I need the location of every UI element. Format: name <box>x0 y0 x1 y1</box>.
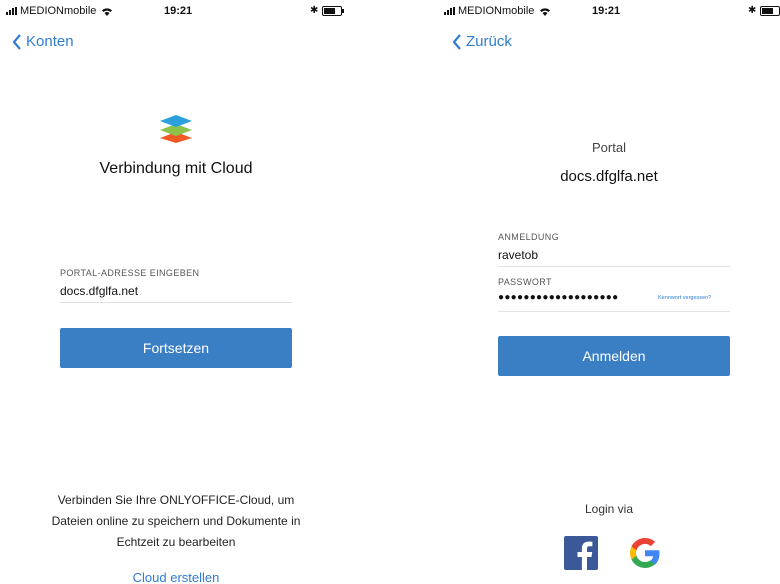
carrier-name: MEDIONmobile <box>20 5 97 17</box>
password-field-label: PASSWORT <box>498 277 552 287</box>
field-divider <box>60 302 292 303</box>
status-indicators: ✱ <box>748 5 780 16</box>
login-field-label: ANMELDUNG <box>498 232 560 242</box>
portal-url: docs.dfglfa.net <box>560 168 658 185</box>
login-via-label: Login via <box>584 502 634 516</box>
page-title: Verbindung mit Cloud <box>99 160 253 177</box>
facebook-icon[interactable] <box>564 536 598 570</box>
portal-address-input[interactable]: docs.dfglfa.net <box>60 284 138 298</box>
field-divider <box>498 311 730 312</box>
connect-screen: MEDIONmobile 19:21 ✱ Konten Verbindung m… <box>0 0 352 584</box>
back-button[interactable]: Zurück <box>452 33 512 50</box>
bluetooth-icon: ✱ <box>310 5 319 16</box>
status-time: 19:21 <box>592 5 621 17</box>
back-label: Konten <box>26 33 74 50</box>
info-text: Verbinden Sie Ihre ONLYOFFICE-Cloud, um … <box>51 493 301 549</box>
status-time: 19:21 <box>164 5 193 17</box>
battery-icon <box>760 5 780 16</box>
wifi-icon <box>540 7 551 16</box>
signal-icon <box>6 7 17 15</box>
create-cloud-link[interactable]: Cloud erstellen <box>0 570 352 584</box>
carrier-name: MEDIONmobile <box>458 5 535 17</box>
bluetooth-icon: ✱ <box>748 5 757 16</box>
login-input[interactable]: ravetob <box>498 248 538 262</box>
battery-icon <box>322 5 345 16</box>
forgot-password-link[interactable]: Kennwort vergessen? <box>658 295 711 301</box>
portal-label: Portal <box>592 140 626 155</box>
signal-icon <box>444 7 455 15</box>
portal-field-label: PORTAL-ADRESSE EINGEBEN <box>60 268 200 278</box>
wifi-icon <box>102 7 113 16</box>
back-label: Zurück <box>466 33 512 50</box>
status-bar: MEDIONmobile 19:21 ✱ <box>438 0 780 20</box>
password-input[interactable]: ●●●●●●●●●●●●●●●●●●● <box>498 292 618 303</box>
login-screen: MEDIONmobile 19:21 ✱ Zurück Portal docs.… <box>438 0 780 584</box>
chevron-left-icon <box>452 33 461 50</box>
continue-button[interactable]: Fortsetzen <box>60 328 292 368</box>
carrier-info: MEDIONmobile <box>444 5 551 17</box>
carrier-info: MEDIONmobile <box>6 5 113 17</box>
login-button[interactable]: Anmelden <box>498 336 730 376</box>
onlyoffice-logo-icon <box>160 115 192 143</box>
chevron-left-icon <box>12 33 21 50</box>
back-button[interactable]: Konten <box>12 33 74 50</box>
field-divider <box>498 266 730 267</box>
google-icon[interactable] <box>628 536 662 570</box>
status-indicators: ✱ <box>310 5 345 16</box>
status-bar: MEDIONmobile 19:21 ✱ <box>0 0 352 20</box>
